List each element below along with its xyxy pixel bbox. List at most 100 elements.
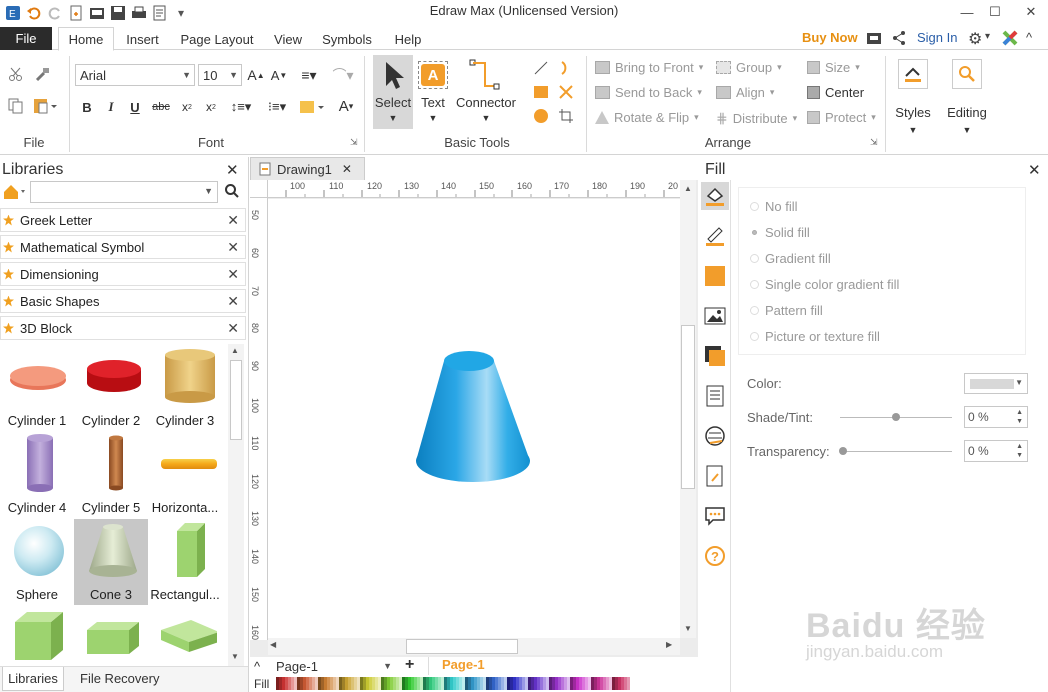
tab-symbols[interactable]: Symbols [318, 27, 376, 51]
new-icon[interactable] [67, 4, 85, 22]
transparency-input[interactable]: 0 % ▲ ▼ [964, 440, 1028, 462]
canvas-vertical-scrollbar[interactable]: ▲ ▼ [680, 180, 696, 638]
subscript-button[interactable]: x2 [178, 98, 196, 116]
minimize-button[interactable]: — [952, 0, 982, 24]
crop-tool-icon[interactable] [556, 106, 576, 126]
font-color-icon[interactable]: A ▾ [332, 96, 360, 116]
arrange-dialog-launcher-icon[interactable]: ⇲ [870, 137, 878, 148]
close-fill-panel-icon[interactable]: ✕ [1028, 161, 1041, 179]
globe-icon[interactable] [704, 425, 726, 447]
superscript-button[interactable]: x2 [202, 98, 220, 116]
library-scroll-thumb[interactable] [230, 360, 242, 440]
library-item-3d-block[interactable]: 3D Block ✕ [0, 316, 246, 340]
home-icon[interactable] [2, 183, 26, 201]
undo-icon[interactable] [25, 4, 43, 22]
library-item-greek-letter[interactable]: Greek Letter ✕ [0, 208, 246, 232]
styles-button[interactable]: Styles ▼ [893, 57, 933, 143]
arc-tool-icon[interactable] [556, 58, 576, 78]
sign-in-link[interactable]: Sign In [917, 30, 957, 45]
size-button[interactable]: Size ▾ [807, 60, 860, 75]
close-libraries-icon[interactable]: ✕ [226, 161, 239, 179]
page-tab-active[interactable]: Page-1 [428, 657, 498, 675]
shape-cylinder-1[interactable]: Cylinder 1 [0, 345, 74, 431]
protect-button[interactable]: Protect ▾ [807, 110, 876, 125]
shape-cone-3[interactable]: Cone 3 [74, 519, 148, 605]
font-size-select[interactable]: 10 ▼ [198, 64, 242, 86]
canvas-hscroll-thumb[interactable] [406, 639, 518, 654]
underline-button[interactable]: U [126, 98, 144, 116]
redo-icon[interactable] [46, 4, 64, 22]
color-swatches[interactable] [276, 677, 631, 690]
close-icon[interactable]: ✕ [227, 239, 239, 256]
scroll-down-icon[interactable]: ▼ [684, 624, 692, 633]
tab-page-layout[interactable]: Page Layout [176, 27, 258, 51]
help-icon[interactable]: ? [704, 545, 726, 567]
settings-dropdown-icon[interactable]: ▾ [985, 31, 990, 42]
cart-icon[interactable] [866, 30, 882, 46]
format-painter-icon[interactable] [32, 64, 52, 84]
shape-horizontal-cylinder[interactable]: Horizonta... [148, 432, 222, 518]
fill-option-pattern-fill[interactable]: Pattern fill [750, 303, 823, 318]
close-icon[interactable]: ✕ [227, 293, 239, 310]
shape-rectangular-block[interactable]: Rectangul... [148, 519, 222, 605]
page-properties-icon[interactable] [704, 385, 726, 407]
fill-option-solid-fill[interactable]: Solid fill [750, 225, 810, 240]
fill-option-picture-texture[interactable]: Picture or texture fill [750, 329, 880, 344]
search-icon[interactable] [224, 183, 240, 199]
tab-help[interactable]: Help [388, 27, 428, 51]
select-tool-button[interactable]: Select ▼ [373, 55, 413, 129]
library-scrollbar[interactable]: ▲ ▼ [228, 344, 244, 666]
text-tool-button[interactable]: A Text ▼ [416, 55, 450, 129]
transparency-slider[interactable] [840, 451, 952, 452]
rotate-flip-button[interactable]: Rotate & Flip ▾ [595, 110, 699, 125]
canvas-vscroll-thumb[interactable] [681, 325, 695, 489]
palette-swatch[interactable] [627, 677, 630, 690]
bold-button[interactable]: B [78, 98, 96, 116]
cross-tool-icon[interactable] [556, 82, 576, 102]
scroll-up-icon[interactable]: ▲ [684, 184, 692, 193]
highlight-color-icon[interactable] [298, 98, 326, 116]
add-page-icon[interactable]: + [405, 656, 414, 674]
strikethrough-button[interactable]: abc [150, 98, 172, 116]
save-icon[interactable] [109, 4, 127, 22]
maximize-button[interactable]: ☐ [980, 0, 1010, 24]
tab-view[interactable]: View [268, 27, 308, 51]
library-item-basic-shapes[interactable]: Basic Shapes ✕ [0, 289, 246, 313]
comment-icon[interactable] [704, 505, 726, 527]
collapse-pagebar-icon[interactable]: ^ [254, 659, 260, 674]
fill-option-gradient-fill[interactable]: Gradient fill [750, 251, 831, 266]
center-button[interactable]: Center [807, 85, 864, 100]
drawing-page[interactable] [268, 199, 680, 640]
library-item-dimensioning[interactable]: Dimensioning ✕ [0, 262, 246, 286]
shape-cylinder-3[interactable]: Cylinder 3 [148, 345, 222, 431]
page-select[interactable]: Page-1 ▼ [276, 657, 396, 675]
tab-home[interactable]: Home [58, 27, 114, 51]
connector-tool-button[interactable]: Connector ▼ [453, 55, 519, 129]
fill-option-no-fill[interactable]: No fill [750, 199, 798, 214]
shape-flat-block[interactable] [74, 606, 148, 665]
document-edit-icon[interactable] [704, 465, 726, 487]
canvas-horizontal-scrollbar[interactable]: ◀ ▶ [268, 638, 680, 655]
copy-icon[interactable] [6, 96, 26, 116]
line-spacing-icon[interactable]: ↕≡▾ [226, 98, 256, 116]
bullets-icon[interactable]: ⁝≡▾ [262, 98, 292, 116]
shape-cylinder-4[interactable]: Cylinder 4 [0, 432, 74, 518]
layer-icon[interactable] [704, 345, 726, 367]
shape-slab[interactable] [148, 606, 222, 665]
spinner-arrows-icon[interactable]: ▲ ▼ [1016, 408, 1023, 426]
scroll-right-icon[interactable]: ▶ [666, 640, 672, 649]
align-button[interactable]: Align ▾ [716, 85, 774, 100]
distribute-button[interactable]: ⋕ Distribute ▾ [716, 110, 797, 127]
transparency-knob[interactable] [839, 447, 847, 455]
line-style-icon[interactable] [704, 225, 726, 247]
share-icon[interactable] [891, 30, 907, 46]
library-search-input[interactable]: ▼ [30, 181, 218, 203]
curve-text-icon[interactable]: ⌒▾ [328, 66, 358, 84]
line-tool-icon[interactable] [531, 58, 551, 78]
grow-font-icon[interactable]: A ▲ [247, 66, 265, 84]
group-button[interactable]: Group ▾ [716, 60, 782, 75]
scroll-up-icon[interactable]: ▲ [231, 346, 239, 355]
align-text-icon[interactable]: ≡▾ [296, 66, 322, 84]
bring-to-front-button[interactable]: Bring to Front ▾ [595, 60, 703, 75]
collapse-ribbon-icon[interactable]: ^ [1026, 30, 1032, 45]
